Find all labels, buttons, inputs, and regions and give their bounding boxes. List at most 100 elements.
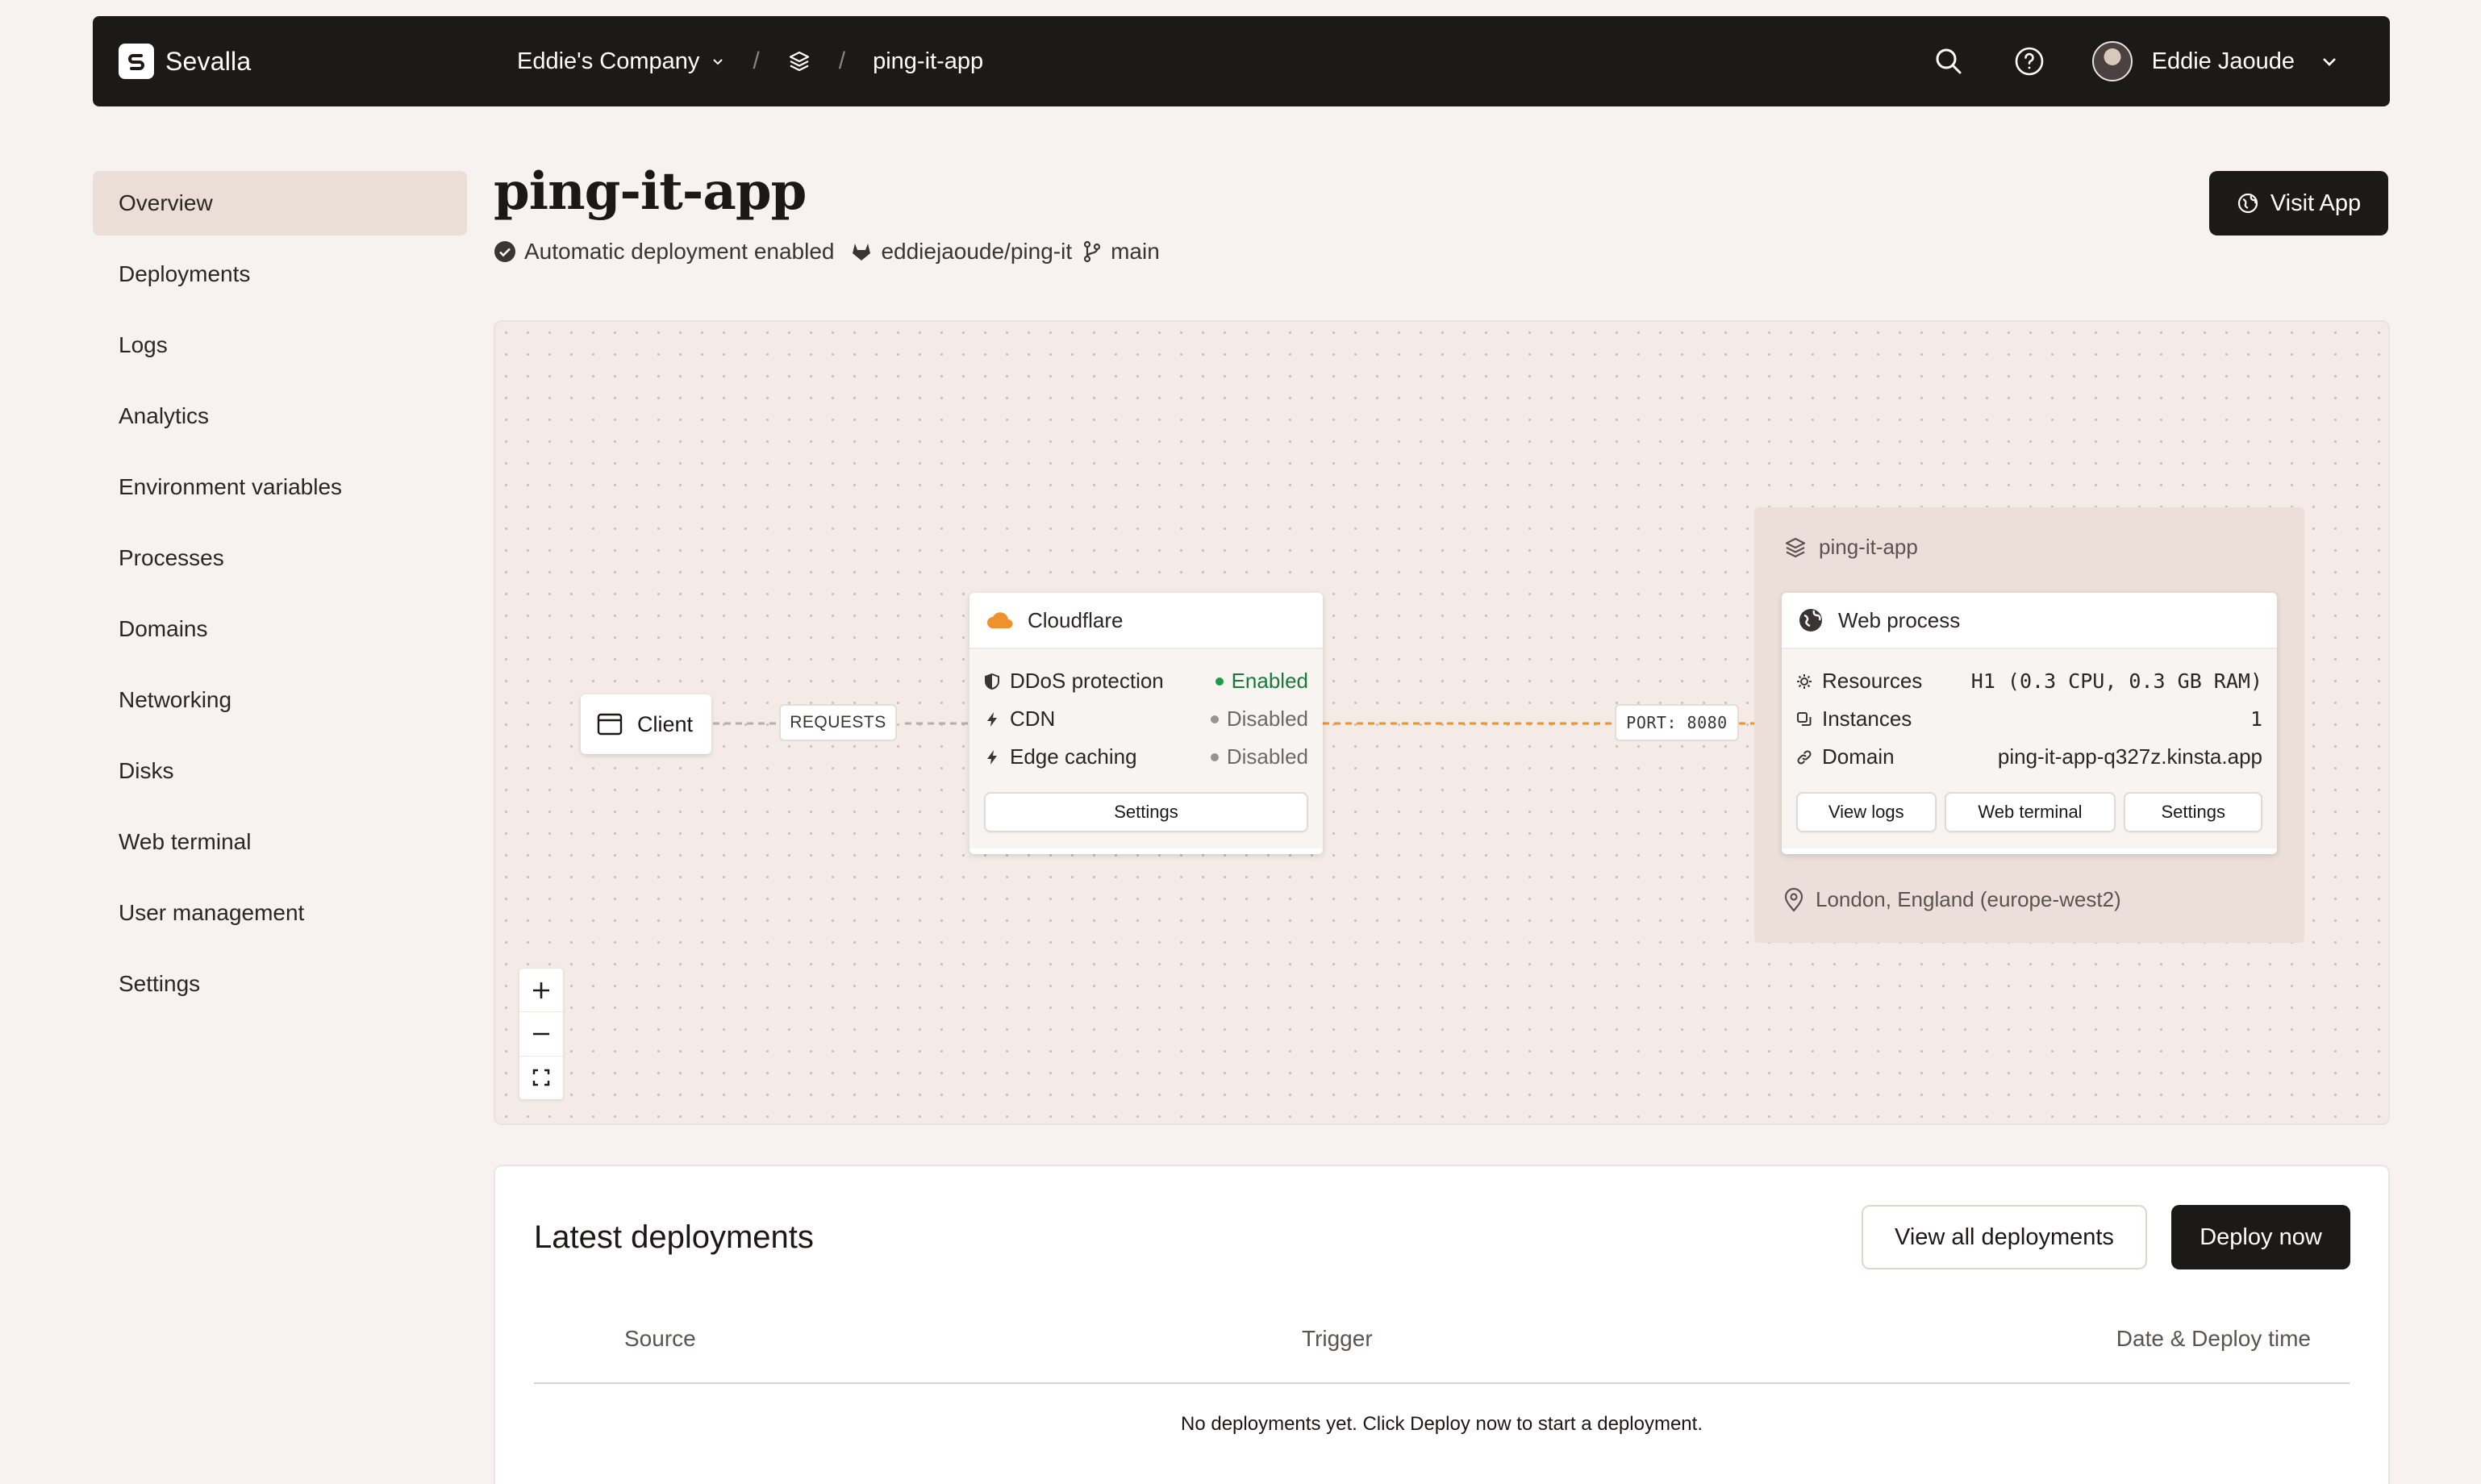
- web-terminal-button[interactable]: Web terminal: [1944, 792, 2116, 832]
- view-all-deployments-button[interactable]: View all deployments: [1862, 1205, 2147, 1269]
- architecture-canvas[interactable]: Client REQUESTS Cloudflare DDoS protecti…: [494, 320, 2390, 1125]
- sidebar-item-label: Domains: [119, 616, 208, 641]
- sidebar-item-user-management[interactable]: User management: [93, 881, 467, 945]
- breadcrumb-app[interactable]: ping-it-app: [873, 48, 983, 75]
- gitlab-icon: [853, 244, 871, 261]
- avatar[interactable]: [2091, 41, 2133, 81]
- resources-label: Resources: [1822, 669, 1923, 693]
- client-node[interactable]: Client: [581, 694, 711, 754]
- globe-icon: [2237, 193, 2258, 214]
- table-divider: [534, 1382, 2350, 1384]
- globe-icon: [1799, 609, 1822, 632]
- shield-half-icon: [985, 673, 999, 690]
- status-badge: Disabled: [1210, 707, 1308, 732]
- zoom-in-icon[interactable]: [519, 969, 563, 1013]
- latest-deployments-title: Latest deployments: [534, 1219, 814, 1255]
- auto-deploy-label: Automatic deployment enabled: [524, 239, 835, 264]
- cloudflare-settings-button[interactable]: Settings: [984, 792, 1308, 832]
- company-switcher[interactable]: Eddie's Company: [517, 48, 725, 75]
- web-process-card: Web process Resources H1 (0.3 CPU, 0.3 G…: [1782, 593, 2277, 854]
- app-group-title[interactable]: ping-it-app: [1783, 535, 1918, 560]
- company-name: Eddie's Company: [517, 48, 700, 74]
- resources-value: H1 (0.3 CPU, 0.3 GB RAM): [1970, 669, 2262, 693]
- sidebar-item-label: Disks: [119, 758, 174, 783]
- domain-label: Domain: [1822, 744, 1895, 769]
- git-branch-icon: [1084, 240, 1101, 263]
- latest-deployments-panel: Latest deployments View all deployments …: [494, 1165, 2390, 1484]
- repo-link[interactable]: eddiejaoude/ping-it: [850, 239, 1072, 265]
- cloud-icon: [987, 612, 1013, 628]
- ddos-status: Enabled: [1231, 669, 1308, 693]
- sidebar-item-web-terminal[interactable]: Web terminal: [93, 810, 467, 874]
- sidebar-item-label: Settings: [119, 971, 201, 996]
- brand-name: Sevalla: [165, 46, 252, 76]
- link-icon: [1797, 749, 1812, 765]
- layers-icon[interactable]: [787, 49, 811, 73]
- breadcrumb: Eddie's Company / / ping-it-app: [517, 16, 983, 106]
- cdn-status: Disabled: [1226, 707, 1308, 731]
- deploy-now-button[interactable]: Deploy now: [2171, 1205, 2350, 1269]
- domain-value[interactable]: ping-it-app-q327z.kinsta.app: [1998, 744, 2262, 769]
- sidebar-item-analytics[interactable]: Analytics: [93, 384, 467, 448]
- map-pin-icon: [1784, 887, 1803, 912]
- edge-caching-row: Edge caching Disabled: [984, 738, 1308, 776]
- edge-caching-label: Edge caching: [1010, 744, 1137, 769]
- sidebar-item-label: Environment variables: [119, 474, 343, 499]
- status-badge: Disabled: [1210, 744, 1308, 769]
- visit-app-button[interactable]: Visit App: [2209, 171, 2388, 236]
- check-circle-icon: [494, 241, 515, 262]
- branch-label: main: [1082, 239, 1160, 265]
- cloudflare-card: Cloudflare DDoS protection Enabled CDN D…: [969, 593, 1323, 854]
- edge-caching-status: Disabled: [1226, 744, 1308, 769]
- domain-row: Domain ping-it-app-q327z.kinsta.app: [1796, 738, 2262, 776]
- sidebar-item-settings[interactable]: Settings: [93, 952, 467, 1016]
- column-source[interactable]: Source: [624, 1326, 696, 1352]
- column-trigger[interactable]: Trigger: [1302, 1326, 1373, 1352]
- column-date[interactable]: Date & Deploy time: [2116, 1326, 2311, 1352]
- sidebar-item-processes[interactable]: Processes: [93, 526, 467, 590]
- client-label: Client: [637, 711, 694, 736]
- sidebar-item-environment-variables[interactable]: Environment variables: [93, 455, 467, 519]
- zoom-out-icon[interactable]: [519, 1012, 563, 1057]
- web-process-body: Resources H1 (0.3 CPU, 0.3 GB RAM) Insta…: [1782, 649, 2277, 848]
- zoom-controls: [519, 969, 563, 1099]
- instances-row: Instances 1: [1796, 700, 2262, 738]
- sidebar-item-deployments[interactable]: Deployments: [93, 242, 467, 306]
- chevron-down-icon: [713, 59, 723, 65]
- breadcrumb-separator: /: [753, 48, 760, 74]
- web-process-settings-button[interactable]: Settings: [2124, 792, 2262, 832]
- web-process-header: Web process: [1782, 593, 2277, 649]
- sidebar-item-label: Deployments: [119, 261, 251, 286]
- sidebar-item-disks[interactable]: Disks: [93, 739, 467, 803]
- sidebar: Overview Deployments Logs Analytics Envi…: [93, 171, 467, 1023]
- search-icon[interactable]: [1931, 44, 1966, 79]
- view-logs-button[interactable]: View logs: [1796, 792, 1937, 832]
- chevron-down-icon[interactable]: [2319, 51, 2340, 72]
- app-group: ping-it-app Web process Resources H1 (0.…: [1754, 507, 2304, 943]
- sidebar-item-label: Networking: [119, 687, 232, 712]
- sidebar-item-label: Overview: [119, 190, 213, 215]
- branch-name: main: [1111, 239, 1160, 264]
- sidebar-item-networking[interactable]: Networking: [93, 668, 467, 732]
- cloudflare-body: DDoS protection Enabled CDN Disabled Edg…: [969, 649, 1323, 848]
- port-label: PORT: 8080: [1615, 704, 1739, 741]
- app-location: London, England (europe-west2): [1783, 886, 2121, 912]
- sidebar-item-label: Logs: [119, 332, 168, 357]
- top-bar: Sevalla Eddie's Company / / ping-it-app …: [93, 16, 2390, 106]
- resources-row: Resources H1 (0.3 CPU, 0.3 GB RAM): [1796, 662, 2262, 700]
- sidebar-item-label: Web terminal: [119, 829, 252, 854]
- sidebar-item-domains[interactable]: Domains: [93, 597, 467, 661]
- user-name[interactable]: Eddie Jaoude: [2152, 48, 2295, 75]
- ddos-label: DDoS protection: [1010, 669, 1164, 693]
- requests-label: REQUESTS: [779, 704, 897, 741]
- sidebar-item-logs[interactable]: Logs: [93, 313, 467, 377]
- brand[interactable]: Sevalla: [119, 44, 251, 79]
- web-process-actions: View logs Web terminal Settings: [1796, 792, 2262, 832]
- help-icon[interactable]: [2012, 44, 2047, 79]
- sidebar-item-overview[interactable]: Overview: [93, 171, 467, 236]
- cloudflare-title: Cloudflare: [1028, 607, 1124, 632]
- sidebar-item-label: Analytics: [119, 403, 210, 428]
- app-location-label: London, England (europe-west2): [1816, 886, 2121, 911]
- fit-view-icon[interactable]: [519, 1057, 563, 1099]
- instances-icon: [1797, 711, 1812, 726]
